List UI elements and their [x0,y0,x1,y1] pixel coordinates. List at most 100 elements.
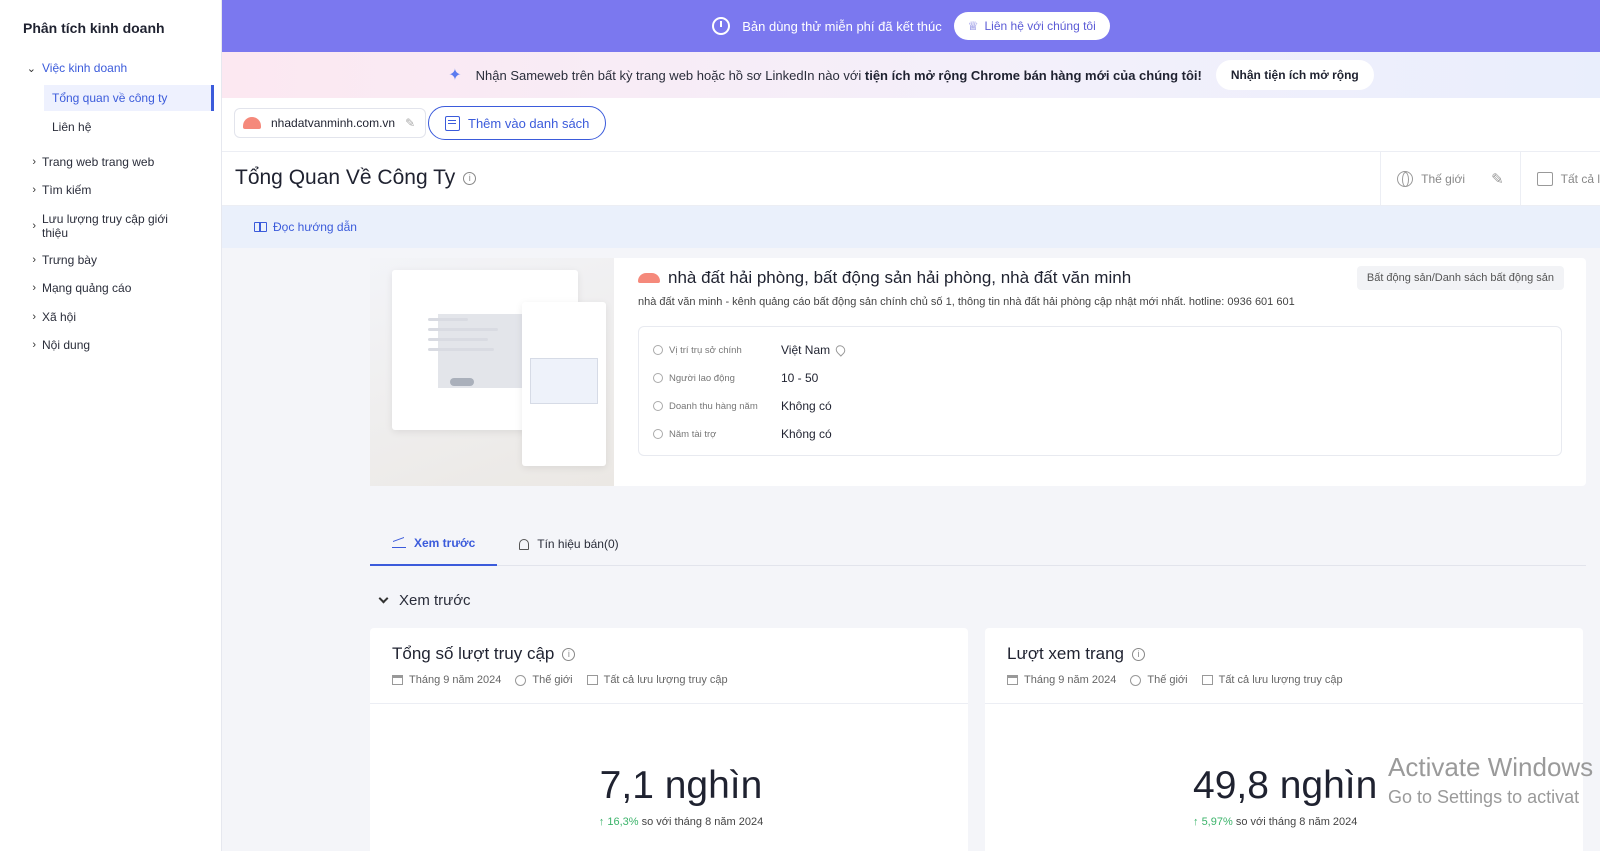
extension-text-prefix: Nhận Sameweb trên bất kỳ trang web hoặc … [475,67,862,83]
crown-icon: ♕ [967,19,979,33]
read-guide-link[interactable]: Đọc hướng dẫn [273,220,357,234]
globe-icon [515,674,527,686]
watermark-line2: Go to Settings to activat [1388,787,1580,807]
trend-up-icon: ↑ [598,816,605,828]
sidebar-group-label: Việc kinh doanh [42,61,128,75]
metric-title: Lượt xem trang i [1007,644,1146,664]
domain-bar: nhadatvanminh.com.vn ✎ Thêm vào danh sác… [222,98,1600,152]
website-preview-image [370,258,614,486]
info-icon[interactable]: i [562,648,576,662]
traffic-filter[interactable]: Tất cả l [1519,152,1600,206]
sidebar-item-label: Liên hệ [52,120,92,134]
category-badge: Bất động sản/Danh sách bất động sản [1356,266,1564,290]
metric-title: Tổng số lượt truy cập i [392,644,576,664]
metric-change-value: 16,3% [607,816,639,828]
title-tools: Thế giới ✎ Tất cả l [1380,152,1600,206]
preview-side-block [530,358,598,404]
edit-icon[interactable]: ✎ [405,116,415,130]
sidebar-item-label: Trưng bày [42,253,97,267]
chevron-down-icon: ⌄ [26,62,36,75]
location-icon [653,345,663,355]
metric-value: 49,8 nghìn [1193,764,1378,807]
metric-period: Tháng 9 năm 2024 [409,674,502,686]
sidebar-item-social[interactable]: › Xã hội [0,309,222,325]
sidebar-item-label: Nội dung [42,338,91,352]
sidebar-item-company-overview[interactable]: Tổng quan về công ty [44,85,214,111]
people-icon [653,373,663,383]
region-filter[interactable]: Thế giới ✎ [1380,152,1519,206]
extension-text: Nhận Sameweb trên bất kỳ trang web hoặc … [476,68,1202,83]
metric-value: 7,1 nghìn [599,764,763,807]
dollar-icon [653,401,663,411]
sidebar-item-label: Lưu lượng truy cập giới thiệu [42,212,168,240]
domain-name: nhadatvanminh.com.vn [271,116,396,130]
globe-icon [1130,674,1142,686]
page-title: Tổng Quan Về Công Ty i [235,166,477,190]
site-title-text: nhà đất hải phòng, bất động sản hải phòn… [668,268,1132,287]
page-title-text: Tổng Quan Về Công Ty [235,166,456,189]
info-row-employees: Người lao động 10 - 50 [653,371,818,385]
metric-change: ↑ 5,97% so với tháng 8 năm 2024 [1193,816,1357,828]
contact-us-label: Liên hệ với chúng tôi [984,19,1096,33]
sidebar-item-content[interactable]: › Nội dung [0,337,222,353]
sidebar-group-business[interactable]: ⌄ Việc kinh doanh [0,60,222,76]
extension-text-bold: tiện ích mở rộng Chrome bán hàng mới của… [864,67,1202,83]
sidebar-item-search[interactable]: › Tìm kiếm [0,182,222,198]
info-icon[interactable]: i [463,171,477,185]
calendar-icon [1007,675,1018,685]
trial-banner: Bản dùng thử miễn phí đã kết thúc ♕ Liên… [222,0,1600,52]
chevron-right-icon: › [32,184,36,196]
add-to-list-button[interactable]: Thêm vào danh sách [428,106,607,140]
divider [985,703,1583,704]
edit-icon[interactable]: ✎ [1491,170,1504,188]
sidebar: Phân tích kinh doanh ⌄ Việc kinh doanh T… [0,0,222,851]
preview-section-toggle[interactable]: Xem trước [378,592,471,609]
metric-traffic: Tất cả lưu lượng truy cập [603,674,728,686]
trend-icon [392,538,406,548]
tab-preview[interactable]: Xem trước [370,522,498,566]
metric-traffic: Tất cả lưu lượng truy cập [1218,674,1343,686]
info-label: Người lao động [669,372,735,384]
metric-change-value: 5,97% [1201,816,1233,828]
metric-change: ↑ 16,3% so với tháng 8 năm 2024 [370,816,968,828]
chevron-right-icon: › [32,282,36,294]
calendar-icon [392,675,403,685]
globe-icon [1397,171,1414,187]
tab-label: Xem trước [414,536,476,550]
sidebar-item-label: Tìm kiếm [42,183,92,197]
info-value: Không có [781,427,832,441]
metric-title-text: Tổng số lượt truy cập [392,644,555,663]
sidebar-item-contact[interactable]: Liên hệ [44,114,214,140]
metric-region: Thế giới [532,674,573,686]
activate-windows-watermark: Activate Windows Go to Settings to activ… [1388,752,1593,808]
sidebar-item-ad-networks[interactable]: › Mạng quảng cáo [0,280,222,296]
sidebar-item-websites[interactable]: › Trang web trang web [0,154,222,170]
info-value: Việt Nam [781,343,831,357]
chevron-down-icon [378,593,389,604]
tab-sales-signals[interactable]: Tín hiệu bán(0) [497,522,640,566]
chevron-right-icon: › [32,339,36,351]
info-label: Năm tài trợ [669,428,717,440]
traffic-icon [1536,172,1553,186]
site-description: nhà đất văn minh - kênh quảng cáo bất độ… [638,296,1295,308]
metric-change-text: so với tháng 8 năm 2024 [641,816,764,828]
metric-title-text: Lượt xem trang [1007,644,1125,663]
preview-line [428,348,494,351]
sidebar-item-referral-traffic[interactable]: › Lưu lượng truy cập giới thiệu [0,211,222,241]
site-title: nhà đất hải phòng, bất động sản hải phòn… [638,268,1131,288]
chevron-right-icon: › [32,220,36,232]
region-label: Thế giới [1421,172,1466,186]
domain-selector[interactable]: nhadatvanminh.com.vn ✎ [234,108,427,138]
metric-card-page-views: Lượt xem trang i Tháng 9 năm 2024 Thế giớ… [985,628,1583,851]
chevron-right-icon: › [32,156,36,168]
contact-us-button[interactable]: ♕ Liên hệ với chúng tôi [953,12,1110,40]
metric-change-text: so với tháng 8 năm 2024 [1235,816,1358,828]
preview-line [428,318,468,321]
site-favicon-icon [638,273,660,283]
sparkle-icon: ✦ [448,67,462,84]
company-card: nhà đất hải phòng, bất động sản hải phòn… [370,258,1586,486]
sidebar-item-display[interactable]: › Trưng bày [0,252,222,268]
info-icon[interactable]: i [1132,648,1146,662]
metric-card-total-visits: Tổng số lượt truy cập i Tháng 9 năm 2024 … [370,628,968,851]
get-extension-button[interactable]: Nhận tiện ích mở rộng [1215,60,1374,90]
